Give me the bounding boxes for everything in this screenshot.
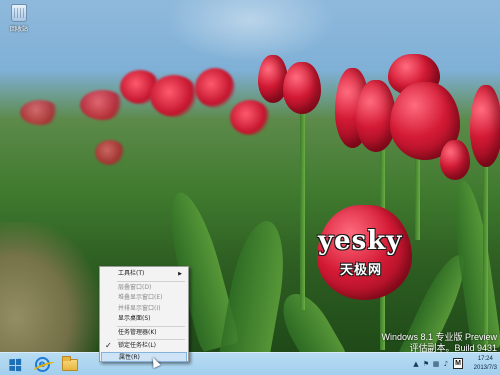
file-explorer-button[interactable] — [58, 355, 82, 374]
clock-time: 17:24 — [477, 356, 493, 362]
menu-item-label: 显示桌面(S) — [118, 315, 151, 322]
recycle-bin-icon[interactable]: 回收站 — [4, 4, 34, 33]
action-center-flag-icon[interactable]: ⚑ — [422, 359, 430, 368]
menu-item-stack-windows[interactable]: 堆叠显示窗口(E) — [101, 293, 187, 304]
folder-icon — [62, 355, 78, 371]
system-tray: ▲ ⚑ ▦ ♪ M 17:24 2013/7/3 — [410, 353, 500, 375]
yesky-watermark: yesky 天极网 — [318, 226, 418, 278]
taskbar[interactable]: e ▲ ⚑ ▦ ♪ M 17:24 2013/7/3 — [0, 352, 500, 375]
volume-icon[interactable]: ♪ — [442, 359, 450, 368]
build-info: Windows 8.1 专业版 Preview 评估副本。Build 9431 — [381, 332, 497, 352]
ime-indicator[interactable]: M — [453, 358, 463, 369]
start-button[interactable] — [3, 355, 27, 374]
menu-item-side-by-side[interactable]: 并排显示窗口(I) — [101, 304, 187, 315]
recycle-bin-graphic — [11, 4, 27, 22]
wallpaper-leaf — [272, 285, 348, 352]
menu-item-label: 工具栏(T) — [118, 270, 145, 277]
wallpaper-tulip-blur — [95, 140, 125, 165]
wallpaper-tulip-blur — [80, 90, 125, 120]
menu-item-label: 层叠窗口(D) — [118, 283, 152, 291]
wallpaper-tulip — [440, 140, 470, 180]
windows-logo-icon — [9, 358, 22, 371]
wallpaper-ground — [0, 222, 100, 352]
wallpaper-tulip — [470, 85, 500, 167]
wallpaper-stem — [300, 110, 305, 310]
menu-item-task-manager[interactable]: 任务管理器(K) — [101, 328, 187, 339]
wallpaper-tulip-blur — [230, 100, 270, 135]
show-hidden-icons-chevron-icon[interactable]: ▲ — [412, 359, 420, 368]
build-info-edition: Windows 8.1 专业版 Preview — [381, 332, 497, 342]
wallpaper-tulip-blur — [150, 75, 198, 117]
menu-item-properties[interactable]: 属性(R) — [101, 351, 187, 362]
menu-separator — [117, 339, 185, 340]
watermark-latin: yesky — [318, 226, 403, 256]
wallpaper-tulip-blur — [195, 68, 235, 108]
submenu-arrow-icon: ▶ — [178, 271, 182, 277]
recycle-bin-label: 回收站 — [9, 26, 28, 33]
wallpaper-tulip-blur — [20, 100, 60, 125]
menu-item-cascade-windows[interactable]: 层叠窗口(D) — [101, 283, 187, 294]
watermark-chinese: 天极网 — [340, 263, 383, 278]
wallpaper-leaf — [217, 216, 293, 352]
clock-date: 2013/7/3 — [473, 365, 497, 371]
internet-explorer-icon: e — [34, 357, 50, 372]
menu-item-lock-taskbar[interactable]: ✓ 锁定任务栏(L) — [101, 341, 187, 352]
taskbar-context-menu: 工具栏(T) ▶ 层叠窗口(D) 堆叠显示窗口(E) 并排显示窗口(I) 显示桌… — [99, 266, 189, 362]
checkmark-icon: ✓ — [105, 341, 112, 350]
network-icon[interactable]: ▦ — [432, 359, 440, 368]
menu-separator — [117, 325, 185, 327]
menu-item-label: 堆叠显示窗口(E) — [118, 294, 163, 301]
menu-item-label: 属性(R) — [119, 353, 140, 361]
build-info-build: 评估副本。Build 9431 — [409, 343, 497, 352]
menu-item-label: 并排显示窗口(I) — [118, 304, 161, 312]
wallpaper-stem — [483, 160, 488, 350]
menu-separator — [117, 280, 185, 282]
menu-item-label: 任务管理器(K) — [118, 328, 157, 336]
menu-item-label: 锁定任务栏(L) — [118, 342, 157, 349]
menu-item-show-desktop[interactable]: 显示桌面(S) — [101, 314, 187, 325]
wallpaper-tulip — [283, 62, 321, 114]
clock[interactable]: 17:24 2013/7/3 — [474, 355, 497, 373]
desktop[interactable]: 回收站 yesky 天极网 Windows 8.1 专业版 Preview 评估… — [0, 0, 500, 352]
menu-item-toolbars[interactable]: 工具栏(T) ▶ — [101, 269, 187, 280]
internet-explorer-button[interactable]: e — [30, 355, 54, 374]
